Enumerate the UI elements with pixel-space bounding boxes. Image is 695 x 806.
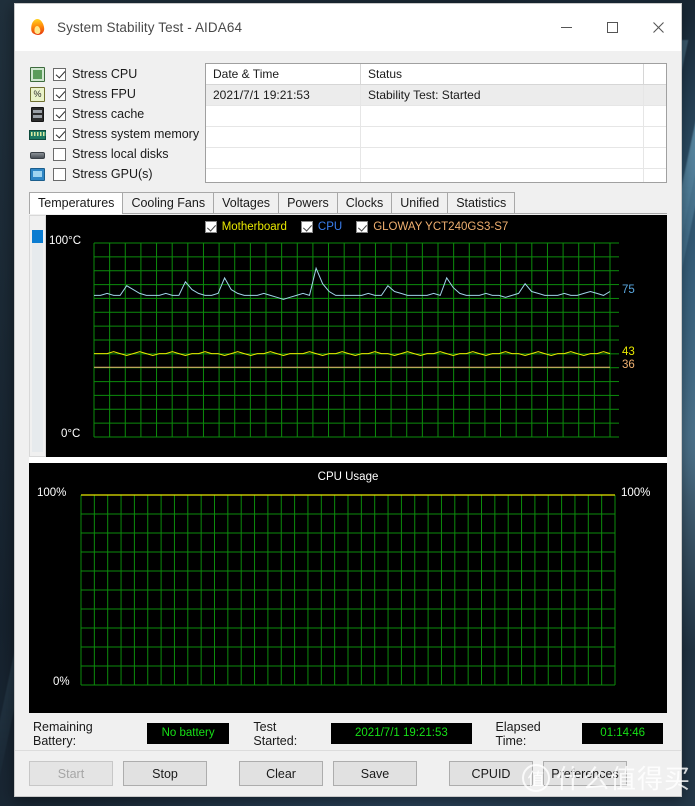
stress-cache-checkbox[interactable] bbox=[53, 107, 66, 121]
system-stability-test-window: System Stability Test - AIDA64 Stress CP… bbox=[14, 3, 682, 797]
start-button[interactable]: Start bbox=[29, 761, 113, 786]
cell-status bbox=[361, 106, 644, 126]
table-row[interactable] bbox=[206, 169, 666, 182]
stress-disks-checkbox[interactable] bbox=[53, 147, 66, 161]
temperature-graph[interactable]: Motherboard CPU GLOWAY YCT240GS3-S7 100°… bbox=[46, 215, 667, 457]
battery-value: No battery bbox=[146, 723, 230, 744]
tab-powers[interactable]: Powers bbox=[278, 192, 338, 213]
column-header-spacer bbox=[644, 64, 666, 84]
cell-status bbox=[361, 127, 644, 147]
cell-spacer bbox=[644, 106, 666, 126]
scrollbar-track[interactable] bbox=[32, 230, 43, 452]
stress-cpu-checkbox[interactable] bbox=[53, 67, 66, 81]
window-title: System Stability Test - AIDA64 bbox=[57, 19, 243, 35]
tab-unified[interactable]: Unified bbox=[391, 192, 449, 213]
cell-status bbox=[361, 169, 644, 182]
status-log-grid[interactable]: Date & Time Status 2021/7/1 19:21:53 Sta… bbox=[205, 63, 667, 183]
cpu-chip-icon bbox=[29, 66, 46, 82]
preferences-button[interactable]: Preferences bbox=[543, 761, 627, 786]
tab-bar: Temperatures Cooling Fans Voltages Power… bbox=[29, 192, 667, 214]
column-header-status[interactable]: Status bbox=[361, 64, 644, 84]
cache-chip-icon bbox=[29, 106, 46, 122]
test-started-value: 2021/7/1 19:21:53 bbox=[331, 723, 472, 744]
fpu-chip-icon: % bbox=[29, 86, 46, 102]
cpu-usage-plot bbox=[80, 494, 616, 686]
cpuid-button[interactable]: CPUID bbox=[449, 761, 533, 786]
temperature-chart-section: Motherboard CPU GLOWAY YCT240GS3-S7 100°… bbox=[29, 215, 667, 457]
stress-option-cpu[interactable]: Stress CPU bbox=[29, 64, 199, 84]
table-row[interactable]: 2021/7/1 19:21:53 Stability Test: Starte… bbox=[206, 85, 666, 106]
title-bar: System Stability Test - AIDA64 bbox=[15, 4, 681, 51]
stress-option-label: Stress system memory bbox=[72, 127, 200, 141]
stress-option-fpu[interactable]: % Stress FPU bbox=[29, 84, 199, 104]
battery-label: Remaining Battery: bbox=[33, 719, 93, 748]
stress-option-label: Stress FPU bbox=[72, 87, 136, 101]
temperature-plot bbox=[93, 242, 619, 438]
stress-option-label: Stress cache bbox=[72, 107, 145, 121]
stress-option-cache[interactable]: Stress cache bbox=[29, 104, 199, 124]
hard-disk-icon bbox=[29, 147, 46, 162]
tab-statistics[interactable]: Statistics bbox=[447, 192, 516, 213]
chart-scrollbar[interactable] bbox=[29, 215, 46, 457]
cell-spacer bbox=[644, 127, 666, 147]
elapsed-time-value: 01:14:46 bbox=[582, 723, 663, 744]
stress-option-label: Stress GPU(s) bbox=[72, 167, 153, 181]
close-button[interactable] bbox=[635, 4, 681, 50]
charts-area: Motherboard CPU GLOWAY YCT240GS3-S7 100°… bbox=[29, 214, 667, 713]
stress-memory-checkbox[interactable] bbox=[53, 127, 66, 141]
cell-datetime bbox=[206, 106, 361, 126]
cell-status: Stability Test: Started bbox=[361, 85, 644, 105]
stress-option-label: Stress local disks bbox=[72, 147, 169, 161]
client-area: Stress CPU % Stress FPU Stress cache Str… bbox=[15, 51, 681, 750]
scrollbar-thumb[interactable] bbox=[32, 230, 43, 243]
cell-datetime bbox=[206, 169, 361, 182]
stress-option-label: Stress CPU bbox=[72, 67, 138, 81]
button-bar: Start Stop Clear Save CPUID Preferences bbox=[15, 750, 681, 796]
value-label-cpu: 75 bbox=[622, 283, 635, 296]
flame-icon bbox=[29, 18, 47, 36]
test-started-label: Test Started: bbox=[253, 719, 298, 748]
stress-option-gpus[interactable]: Stress GPU(s) bbox=[29, 164, 199, 184]
table-row[interactable] bbox=[206, 127, 666, 148]
cell-datetime: 2021/7/1 19:21:53 bbox=[206, 85, 361, 105]
cell-spacer bbox=[644, 169, 666, 182]
stop-button[interactable]: Stop bbox=[123, 761, 207, 786]
status-strip: Remaining Battery: No battery Test Start… bbox=[29, 717, 667, 750]
stress-option-local-disks[interactable]: Stress local disks bbox=[29, 144, 199, 164]
cell-status bbox=[361, 148, 644, 168]
window-controls bbox=[543, 4, 681, 50]
status-grid-header: Date & Time Status bbox=[206, 64, 666, 85]
stress-option-system-memory[interactable]: Stress system memory bbox=[29, 124, 199, 144]
stress-gpu-checkbox[interactable] bbox=[53, 167, 66, 181]
value-label-ssd: 36 bbox=[622, 359, 635, 372]
cell-datetime bbox=[206, 127, 361, 147]
clear-button[interactable]: Clear bbox=[239, 761, 323, 786]
save-button[interactable]: Save bbox=[333, 761, 417, 786]
elapsed-time-label: Elapsed Time: bbox=[495, 719, 541, 748]
table-row[interactable] bbox=[206, 148, 666, 169]
column-header-datetime[interactable]: Date & Time bbox=[206, 64, 361, 84]
tab-cooling-fans[interactable]: Cooling Fans bbox=[122, 192, 215, 213]
cell-spacer bbox=[644, 148, 666, 168]
stress-options-list: Stress CPU % Stress FPU Stress cache Str… bbox=[29, 61, 199, 183]
cpu-usage-graph[interactable]: CPU Usage 100% 0% 100% bbox=[29, 463, 667, 713]
cell-datetime bbox=[206, 148, 361, 168]
gpu-card-icon bbox=[29, 167, 46, 182]
tab-voltages[interactable]: Voltages bbox=[213, 192, 280, 213]
stress-fpu-checkbox[interactable] bbox=[53, 87, 66, 101]
minimize-button[interactable] bbox=[543, 4, 589, 50]
memory-ram-icon bbox=[29, 127, 46, 142]
cell-spacer bbox=[644, 85, 666, 105]
table-row[interactable] bbox=[206, 106, 666, 127]
top-section: Stress CPU % Stress FPU Stress cache Str… bbox=[29, 61, 667, 183]
tab-temperatures[interactable]: Temperatures bbox=[29, 192, 124, 214]
tab-clocks[interactable]: Clocks bbox=[336, 192, 393, 213]
maximize-button[interactable] bbox=[589, 4, 635, 50]
value-label-motherboard: 43 bbox=[622, 345, 635, 358]
